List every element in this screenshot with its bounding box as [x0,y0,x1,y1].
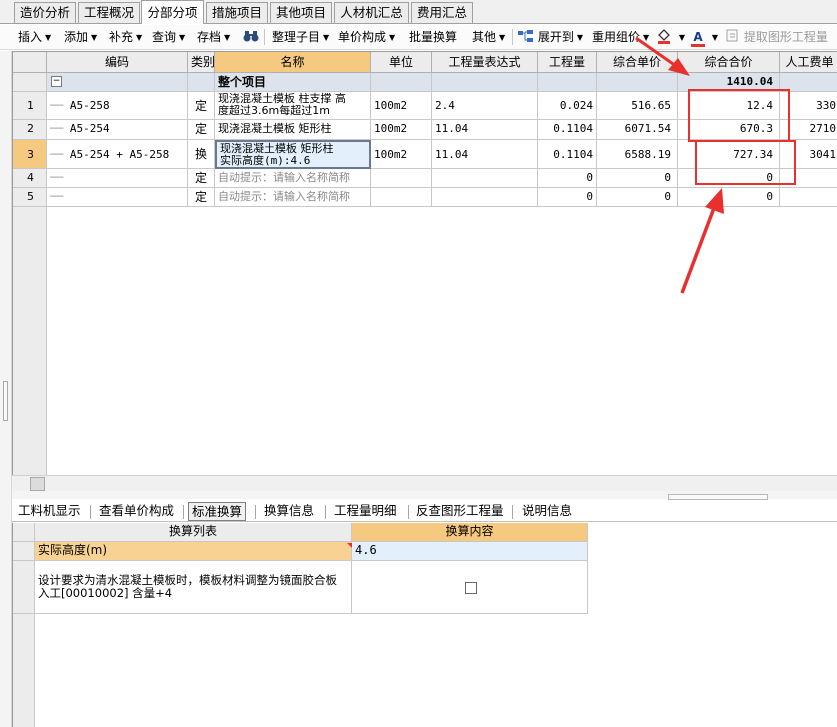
tab-description-info[interactable]: 说明信息 [522,502,572,521]
tab-divider [183,505,184,519]
detail-tab-bar: 工料机显示 查看单价构成 标准换算 换算信息 工程量明细 反查图形工程量 说明信… [12,500,837,522]
arrow-down-right-icon [635,36,690,76]
tab-divider [325,505,326,519]
tab-conversion-info[interactable]: 换算信息 [264,502,314,521]
tab-labor-material-display[interactable]: 工料机显示 [18,502,81,521]
tab-divider [408,505,409,519]
clear-concrete-formwork-checkbox[interactable] [465,582,477,594]
scrollbar-thumb[interactable] [30,477,45,491]
actual-height-input[interactable]: 4.6 [352,542,588,561]
clear-concrete-formwork-option[interactable]: 设计要求为清水混凝土模板时，模板材料调整为镜面胶合板 入工[00010002] … [35,561,352,614]
tab-standard-conversion[interactable]: 标准换算 [188,502,247,521]
tab-divider [90,505,91,519]
tab-divider [512,505,513,519]
actual-height-label[interactable]: 实际高度(m) [35,542,352,561]
panel-corner-cell [13,523,35,542]
tab-reverse-graphic-quantity[interactable]: 反查图形工程量 [416,502,504,521]
horizontal-scrollbar[interactable] [12,475,837,491]
tab-view-unit-composition[interactable]: 查看单价构成 [99,502,174,521]
tab-quantity-detail[interactable]: 工程量明细 [334,502,397,521]
tab-divider [255,505,256,519]
conversion-content-header: 换算内容 [352,523,588,542]
panel-row-header [13,542,35,561]
option-text-line2: 入工[00010002] 含量+4 [38,586,173,600]
standard-conversion-panel: 换算列表 换算内容 实际高度(m) 4.6 设计要求为清水混凝土模板时，模板材料… [12,523,837,727]
arrow-up-icon [680,188,724,294]
conversion-list-header: 换算列表 [35,523,352,542]
panel-row-header [13,561,35,614]
panel-row-header-strip [13,614,35,727]
